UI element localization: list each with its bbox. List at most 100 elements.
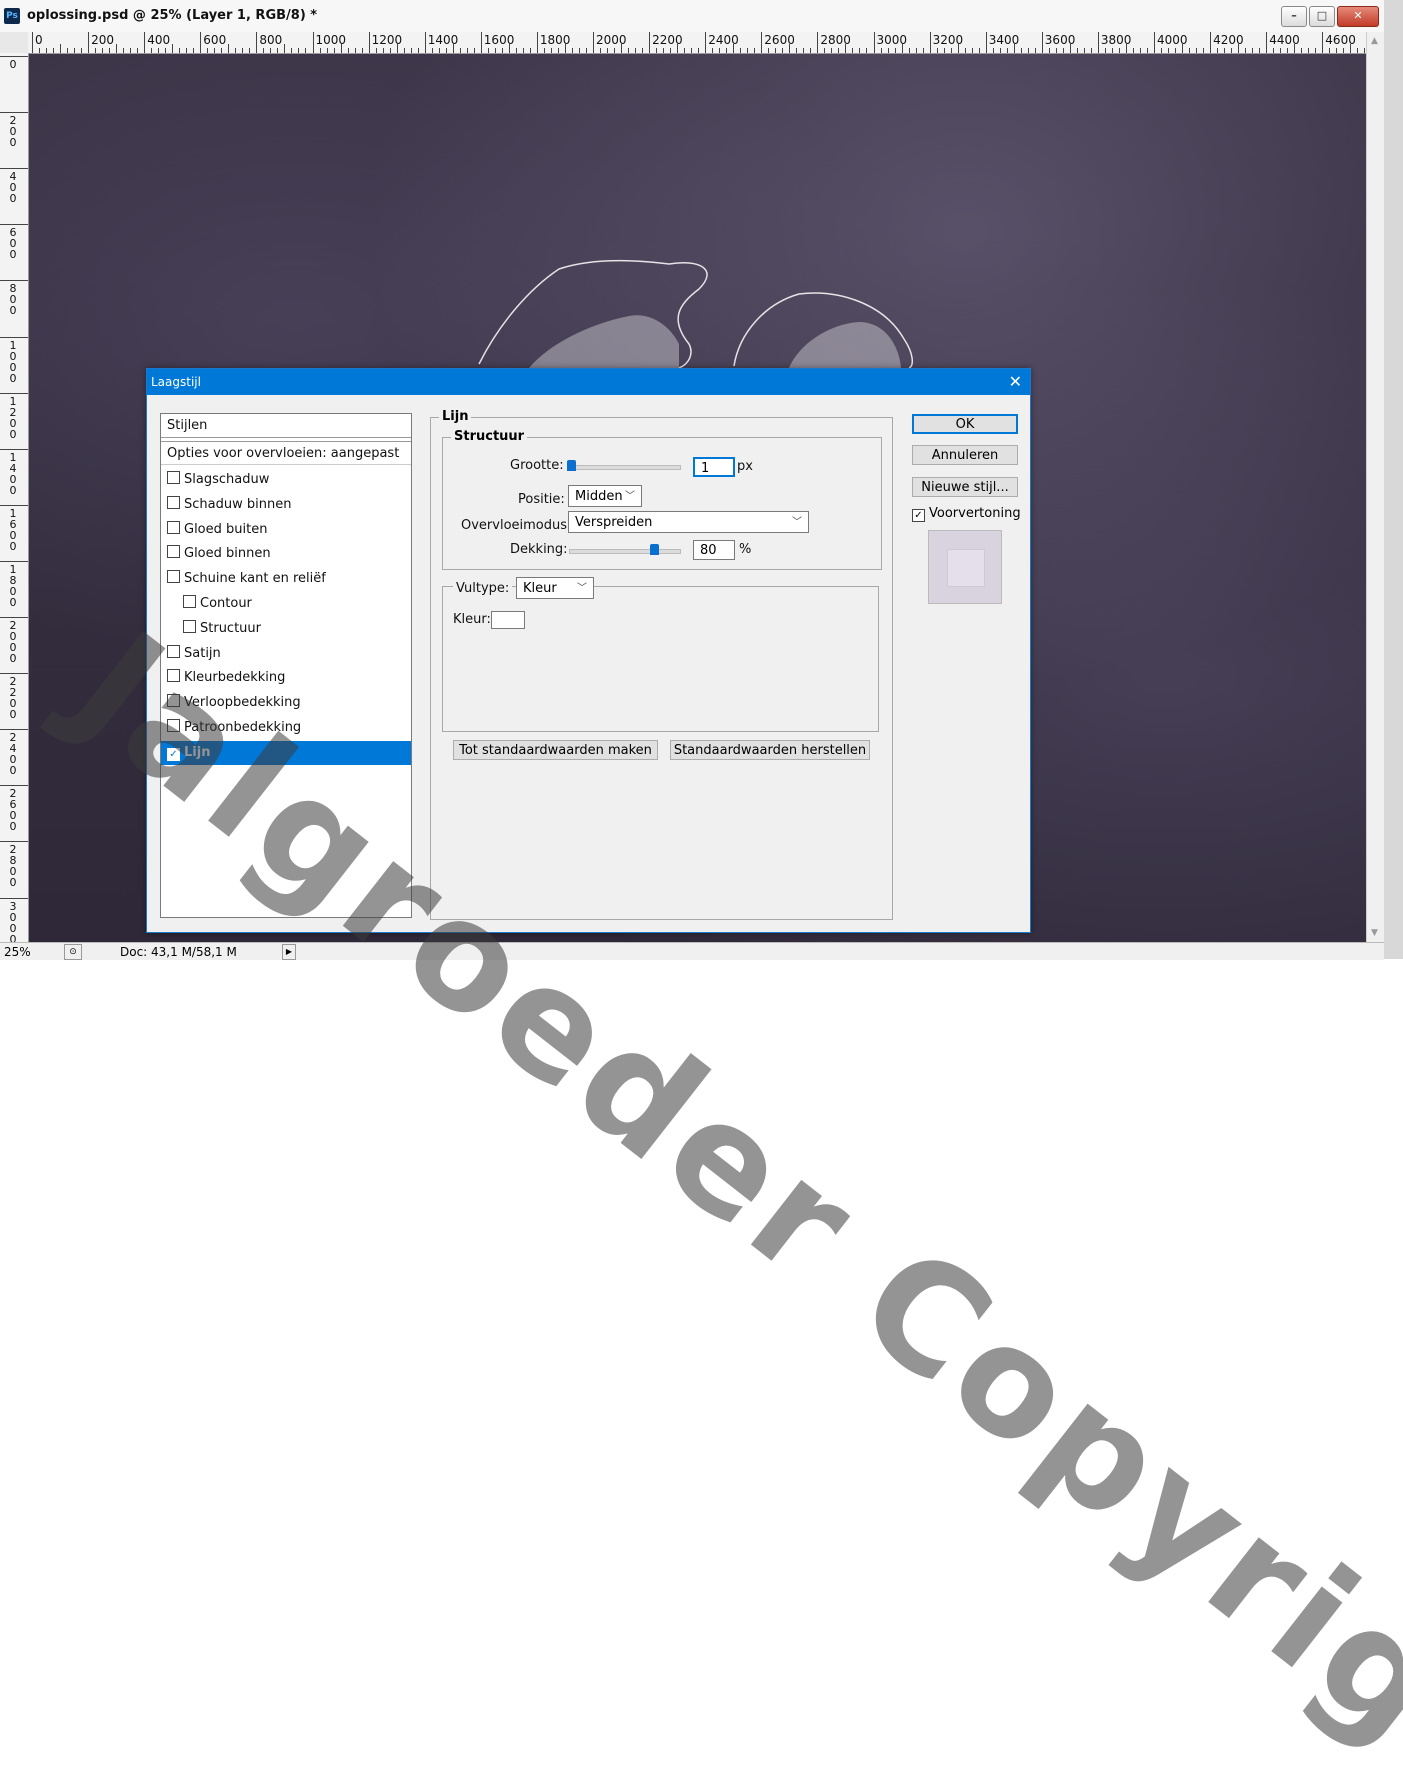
size-slider[interactable]	[569, 465, 681, 470]
ruler-minor-tick	[852, 48, 854, 53]
ruler-minor-tick	[431, 48, 433, 53]
dialog-titlebar: Laagstijl ✕	[147, 369, 1030, 395]
style-item-patroonbedekking[interactable]: Patroonbedekking	[161, 716, 411, 740]
style-checkbox[interactable]	[167, 694, 180, 708]
ruler-minor-tick	[677, 44, 679, 53]
stroke-color-swatch[interactable]	[491, 611, 525, 629]
status-menu-arrow-icon[interactable]: ▶	[282, 944, 296, 960]
opacity-input[interactable]: 80	[693, 540, 735, 560]
ruler-label: 0	[9, 910, 17, 924]
ruler-label: 0	[9, 371, 17, 385]
style-checkbox[interactable]	[183, 619, 196, 633]
style-item-gloed-buiten[interactable]: Gloed buiten	[161, 518, 411, 542]
window-titlebar: Ps oplossing.psd @ 25% (Layer 1, RGB/8) …	[0, 0, 1403, 32]
blend-mode-label: Overvloeimodus:	[461, 518, 572, 533]
ok-button[interactable]: OK	[912, 414, 1018, 434]
ruler-minor-tick	[1238, 44, 1240, 53]
scroll-down-arrow-icon[interactable]: ▼	[1371, 928, 1378, 938]
style-item-contour[interactable]: Contour	[161, 592, 411, 616]
style-checkbox[interactable]	[167, 545, 180, 559]
ruler-minor-tick	[1357, 48, 1359, 53]
styles-header[interactable]: Stijlen	[161, 414, 411, 438]
style-item-kleurbedekking[interactable]: Kleurbedekking	[161, 666, 411, 690]
ruler-minor-tick	[999, 48, 1001, 53]
style-item-slagschaduw[interactable]: Slagschaduw	[161, 468, 411, 492]
ruler-minor-tick	[733, 44, 735, 53]
style-checkbox[interactable]	[167, 719, 180, 732]
ruler-minor-tick	[824, 48, 826, 53]
ruler-major-tick	[0, 224, 28, 226]
chevron-down-icon: ﹀	[792, 517, 802, 528]
scroll-up-arrow-icon[interactable]: ▲	[1371, 36, 1378, 46]
blend-mode-select[interactable]: Verspreiden ﹀	[568, 511, 809, 533]
size-unit: px	[737, 459, 753, 474]
ruler-minor-tick	[165, 48, 167, 53]
make-default-button[interactable]: Tot standaardwaarden maken	[453, 740, 658, 760]
ruler-minor-tick	[1111, 48, 1113, 53]
style-item-schuine-kant-en-reli-f[interactable]: Schuine kant en reliëf	[161, 567, 411, 591]
structure-group: Structuur Grootte: 1 px Positie: Midden …	[442, 429, 882, 570]
ruler-major-tick	[0, 280, 28, 282]
ruler-origin[interactable]	[0, 32, 29, 54]
style-item-structuur[interactable]: Structuur	[161, 617, 411, 641]
ruler-label: 0	[9, 539, 17, 553]
vertical-ruler[interactable]: 0200400600800100012001400160018002000220…	[0, 53, 29, 942]
opacity-slider-thumb[interactable]	[650, 544, 660, 555]
proof-icon[interactable]: ⊙	[64, 944, 82, 960]
style-item-lijn[interactable]: ✓ Lijn	[161, 740, 411, 765]
opacity-slider[interactable]	[569, 549, 681, 554]
ruler-minor-tick	[971, 48, 973, 53]
fill-type-select[interactable]: Kleur ﹀	[516, 577, 594, 599]
style-item-label: Schuine kant en reliëf	[184, 571, 326, 587]
ruler-minor-tick	[1175, 48, 1177, 53]
ruler-minor-tick	[607, 48, 609, 53]
style-checkbox[interactable]	[167, 471, 180, 484]
ruler-minor-tick	[936, 48, 938, 53]
horizontal-ruler[interactable]: 0 200 400 600 800 1000 1200 1400 1600 1800 2000 220…	[28, 32, 1373, 54]
ruler-minor-tick	[1069, 44, 1071, 53]
ruler-minor-tick	[1125, 44, 1127, 53]
style-checkbox[interactable]	[167, 570, 180, 584]
style-checkbox[interactable]	[183, 595, 196, 608]
zoom-level[interactable]: 25%	[4, 945, 31, 959]
ruler-major-tick	[705, 32, 707, 53]
ruler-minor-tick	[614, 48, 616, 53]
blending-options-item[interactable]: Opties voor overvloeien: aangepast	[161, 441, 411, 465]
style-item-schaduw-binnen[interactable]: Schaduw binnen	[161, 493, 411, 517]
close-window-button[interactable]: ✕	[1337, 6, 1379, 27]
preview-label: Voorvertoning	[929, 506, 1021, 521]
style-item-gloed-binnen[interactable]: Gloed binnen	[161, 542, 411, 566]
style-checkbox[interactable]	[167, 520, 180, 534]
ruler-label: 0	[9, 416, 17, 430]
size-slider-thumb[interactable]	[567, 460, 576, 471]
ruler-label: 0	[9, 360, 17, 374]
style-item-label: Gloed buiten	[184, 521, 268, 537]
position-select[interactable]: Midden ﹀	[568, 485, 642, 507]
reset-default-button[interactable]: Standaardwaarden herstellen	[670, 740, 870, 760]
style-item-verloopbedekking[interactable]: Verloopbedekking	[161, 691, 411, 715]
ruler-minor-tick	[1104, 48, 1106, 53]
preview-checkbox[interactable]: ✓ Voorvertoning	[912, 506, 1021, 522]
preview-checkbox-box[interactable]: ✓	[912, 509, 925, 522]
maximize-button[interactable]: □	[1309, 6, 1335, 27]
style-checkbox[interactable]: ✓	[167, 747, 180, 761]
ruler-minor-tick	[221, 48, 223, 53]
cancel-button[interactable]: Annuleren	[912, 445, 1018, 465]
dialog-close-icon[interactable]: ✕	[1009, 372, 1022, 391]
size-label: Grootte:	[510, 458, 564, 473]
ruler-minor-tick	[1006, 48, 1008, 53]
minimize-button[interactable]: –	[1281, 6, 1307, 27]
ruler-major-tick	[593, 32, 594, 53]
style-item-satijn[interactable]: Satijn	[161, 642, 411, 666]
ruler-major-tick	[0, 897, 28, 899]
style-checkbox[interactable]	[167, 644, 180, 658]
style-checkbox[interactable]	[167, 495, 180, 509]
ruler-minor-tick	[1118, 48, 1120, 53]
style-checkbox[interactable]	[167, 669, 180, 683]
ruler-minor-tick	[964, 48, 966, 53]
vertical-scrollbar[interactable]: ▲ ▼	[1366, 32, 1385, 942]
new-style-button[interactable]: Nieuwe stijl...	[912, 477, 1018, 497]
style-item-label: Lijn	[184, 744, 211, 760]
size-input[interactable]: 1	[693, 457, 735, 477]
ruler-minor-tick	[635, 48, 637, 53]
